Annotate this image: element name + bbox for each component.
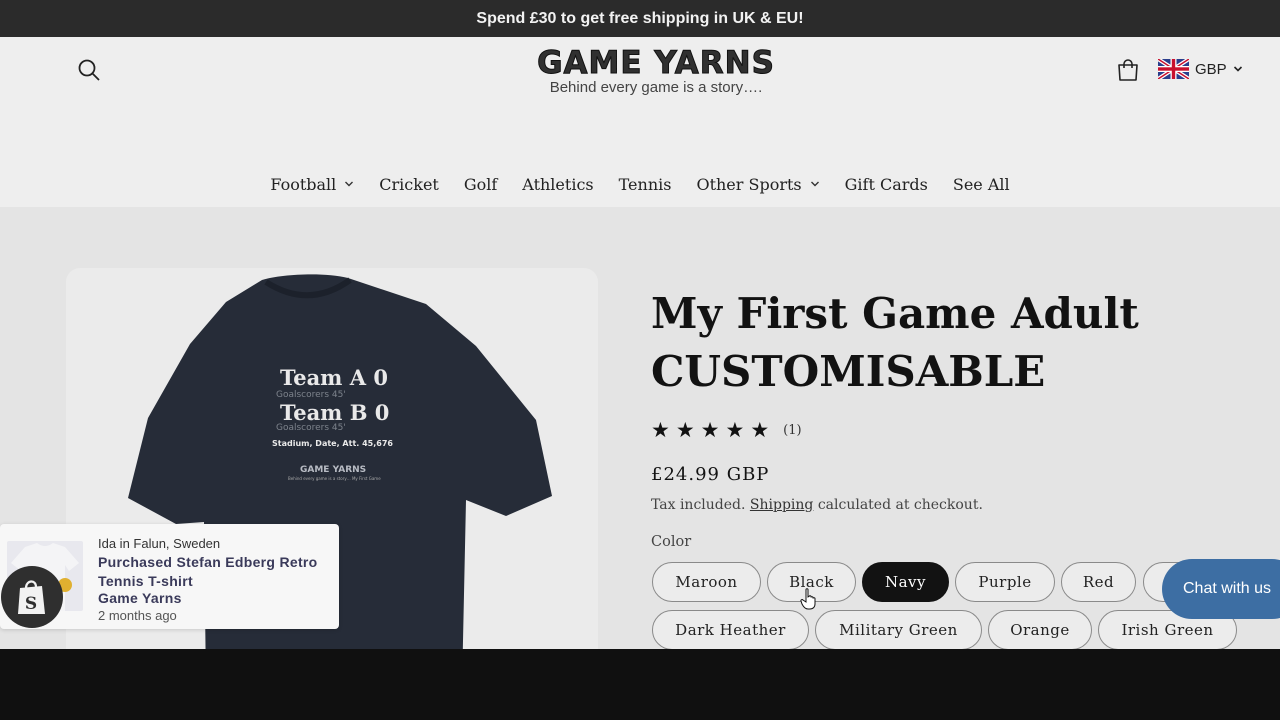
nav-item-label: Cricket	[379, 174, 439, 194]
color-option-orange[interactable]: Orange	[988, 610, 1092, 650]
review-count[interactable]: (1)	[783, 423, 801, 438]
chevron-down-icon	[345, 181, 354, 187]
nav-item-tennis[interactable]: Tennis	[619, 175, 672, 194]
product-price: £24.99 GBP	[651, 464, 770, 485]
site-logo[interactable]: GAME YARNS Behind every game is a story……	[520, 45, 792, 97]
logo-tagline: Behind every game is a story….	[549, 79, 763, 96]
nav-item-see-all[interactable]: See All	[953, 175, 1010, 194]
hand-cursor-icon	[800, 588, 816, 610]
shirt-brand: GAME YARNS	[300, 465, 367, 475]
shirt-venue: Stadium, Date, Att. 45,676	[272, 439, 393, 448]
color-option-military-green[interactable]: Military Green	[815, 610, 982, 650]
chevron-down-icon	[810, 181, 819, 187]
search-icon[interactable]	[76, 57, 102, 83]
nav-item-label: Football	[270, 174, 337, 194]
shopify-bag-icon[interactable]: S	[1, 566, 63, 628]
shirt-line-2: Team B 0	[280, 400, 390, 425]
nav-item-football[interactable]: Football	[270, 175, 354, 194]
chat-label: Chat with us	[1183, 580, 1272, 597]
toast-product: Purchased Stefan Edberg Retro Tennis T-s…	[98, 554, 318, 589]
color-option-navy[interactable]: Navy	[862, 562, 949, 602]
nav-item-gift-cards[interactable]: Gift Cards	[845, 175, 928, 194]
color-option-red[interactable]: Red	[1061, 562, 1136, 602]
star-icon: ★	[651, 418, 670, 442]
shipping-link[interactable]: Shipping	[750, 497, 813, 513]
nav-item-label: See All	[952, 174, 1010, 194]
chat-button[interactable]: Chat with us	[1162, 559, 1280, 619]
shirt-brand-tag: Behind every game is a story… My First G…	[288, 476, 381, 481]
toast-time: 2 months ago	[98, 608, 177, 623]
shirt-sub-1: Goalscorers 45'	[276, 390, 346, 400]
tax-text-after: calculated at checkout.	[817, 497, 983, 513]
toast-location: Ida in Falun, Sweden	[98, 536, 221, 551]
star-icon: ★	[750, 418, 770, 442]
star-icon: ★	[675, 418, 695, 442]
chevron-down-icon	[1233, 66, 1242, 72]
black-letterbox	[0, 649, 1280, 720]
announcement-bar: Spend £30 to get free shipping in UK & E…	[0, 0, 1280, 37]
color-option-dark-heather[interactable]: Dark Heather	[652, 610, 809, 650]
shirt-sub-2: Goalscorers 45'	[276, 423, 346, 433]
color-option-purple[interactable]: Purple	[955, 562, 1055, 602]
color-label: Color	[651, 534, 692, 550]
uk-flag-icon	[1158, 59, 1189, 79]
tax-text: Tax included.	[651, 497, 746, 513]
cart-icon[interactable]	[1115, 57, 1141, 83]
toast-store: Game Yarns	[98, 590, 182, 606]
announcement-text: Spend £30 to get free shipping in UK & E…	[476, 9, 804, 27]
currency-selector[interactable]: GBP	[1158, 57, 1243, 81]
nav-item-label: Athletics	[522, 174, 594, 194]
nav-item-golf[interactable]: Golf	[464, 175, 497, 194]
logo-title: GAME YARNS	[537, 45, 775, 82]
nav-item-label: Golf	[463, 174, 498, 194]
currency-code: GBP	[1195, 60, 1227, 78]
shirt-line-1: Team A 0	[280, 365, 388, 390]
color-option-maroon[interactable]: Maroon	[652, 562, 761, 602]
star-icon: ★	[700, 418, 720, 442]
svg-text:S: S	[25, 594, 37, 614]
nav-item-other-sports[interactable]: Other Sports	[696, 175, 819, 194]
nav-item-label: Tennis	[618, 174, 672, 194]
nav-item-athletics[interactable]: Athletics	[522, 175, 593, 194]
tax-note: Tax included. Shipping calculated at che…	[651, 497, 983, 513]
star-icon: ★	[725, 418, 745, 442]
main-nav: Football Cricket Golf Athletics Tennis Other …	[0, 171, 1280, 197]
product-title: My First Game Adult CUSTOMISABLE	[651, 289, 1139, 396]
site-header: GAME YARNS Behind every game is a story……	[0, 37, 1280, 207]
nav-item-cricket[interactable]: Cricket	[379, 175, 439, 194]
nav-item-label: Other Sports	[696, 174, 802, 194]
nav-item-label: Gift Cards	[844, 174, 928, 194]
product-rating[interactable]: ★ ★ ★ ★ ★ (1)	[651, 418, 802, 442]
